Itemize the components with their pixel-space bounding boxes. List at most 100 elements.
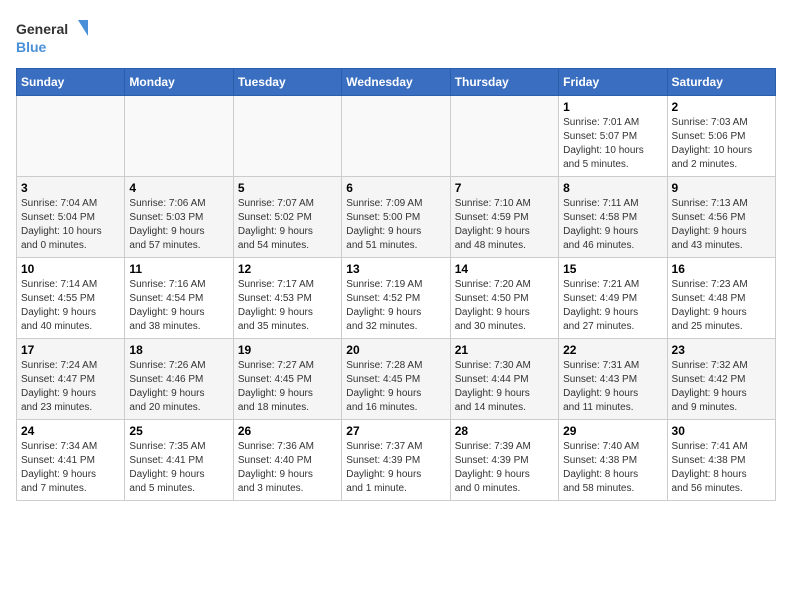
day-number: 9	[672, 181, 771, 195]
calendar-cell: 20 Sunrise: 7:28 AM Sunset: 4:45 PM Dayli…	[342, 339, 450, 420]
day-number: 11	[129, 262, 228, 276]
calendar-cell: 12 Sunrise: 7:17 AM Sunset: 4:53 PM Dayli…	[233, 258, 341, 339]
day-number: 5	[238, 181, 337, 195]
day-info: Sunrise: 7:09 AM Sunset: 5:00 PM Dayligh…	[346, 197, 445, 253]
calendar-cell: 7 Sunrise: 7:10 AM Sunset: 4:59 PM Daylig…	[450, 177, 558, 258]
header: General Blue	[16, 16, 776, 60]
calendar-cell: 3 Sunrise: 7:04 AM Sunset: 5:04 PM Daylig…	[17, 177, 125, 258]
day-number: 25	[129, 424, 228, 438]
day-info: Sunrise: 7:10 AM Sunset: 4:59 PM Dayligh…	[455, 197, 554, 253]
day-info: Sunrise: 7:03 AM Sunset: 5:06 PM Dayligh…	[672, 116, 771, 172]
weekday-header-tuesday: Tuesday	[233, 69, 341, 96]
day-info: Sunrise: 7:30 AM Sunset: 4:44 PM Dayligh…	[455, 359, 554, 415]
day-info: Sunrise: 7:35 AM Sunset: 4:41 PM Dayligh…	[129, 440, 228, 496]
day-number: 8	[563, 181, 662, 195]
day-number: 10	[21, 262, 120, 276]
calendar-cell: 17 Sunrise: 7:24 AM Sunset: 4:47 PM Dayli…	[17, 339, 125, 420]
day-info: Sunrise: 7:27 AM Sunset: 4:45 PM Dayligh…	[238, 359, 337, 415]
calendar-cell: 14 Sunrise: 7:20 AM Sunset: 4:50 PM Dayli…	[450, 258, 558, 339]
day-number: 20	[346, 343, 445, 357]
day-info: Sunrise: 7:26 AM Sunset: 4:46 PM Dayligh…	[129, 359, 228, 415]
day-info: Sunrise: 7:21 AM Sunset: 4:49 PM Dayligh…	[563, 278, 662, 334]
calendar-table: SundayMondayTuesdayWednesdayThursdayFrid…	[16, 68, 776, 501]
day-number: 21	[455, 343, 554, 357]
calendar-cell: 24 Sunrise: 7:34 AM Sunset: 4:41 PM Dayli…	[17, 420, 125, 501]
calendar-cell: 21 Sunrise: 7:30 AM Sunset: 4:44 PM Dayli…	[450, 339, 558, 420]
day-info: Sunrise: 7:28 AM Sunset: 4:45 PM Dayligh…	[346, 359, 445, 415]
day-number: 30	[672, 424, 771, 438]
week-row-4: 17 Sunrise: 7:24 AM Sunset: 4:47 PM Dayli…	[17, 339, 776, 420]
day-info: Sunrise: 7:34 AM Sunset: 4:41 PM Dayligh…	[21, 440, 120, 496]
day-info: Sunrise: 7:06 AM Sunset: 5:03 PM Dayligh…	[129, 197, 228, 253]
logo-svg: General Blue	[16, 16, 96, 60]
day-info: Sunrise: 7:36 AM Sunset: 4:40 PM Dayligh…	[238, 440, 337, 496]
day-number: 12	[238, 262, 337, 276]
calendar-cell: 11 Sunrise: 7:16 AM Sunset: 4:54 PM Dayli…	[125, 258, 233, 339]
calendar-cell	[233, 96, 341, 177]
week-row-3: 10 Sunrise: 7:14 AM Sunset: 4:55 PM Dayli…	[17, 258, 776, 339]
day-number: 18	[129, 343, 228, 357]
day-number: 14	[455, 262, 554, 276]
day-number: 22	[563, 343, 662, 357]
day-info: Sunrise: 7:37 AM Sunset: 4:39 PM Dayligh…	[346, 440, 445, 496]
weekday-header-sunday: Sunday	[17, 69, 125, 96]
day-info: Sunrise: 7:17 AM Sunset: 4:53 PM Dayligh…	[238, 278, 337, 334]
day-info: Sunrise: 7:31 AM Sunset: 4:43 PM Dayligh…	[563, 359, 662, 415]
calendar-cell: 5Sunrise: 7:07 AM Sunset: 5:02 PM Daylig…	[233, 177, 341, 258]
calendar-cell: 22 Sunrise: 7:31 AM Sunset: 4:43 PM Dayli…	[559, 339, 667, 420]
day-number: 7	[455, 181, 554, 195]
calendar-cell: 23 Sunrise: 7:32 AM Sunset: 4:42 PM Dayli…	[667, 339, 775, 420]
day-number: 6	[346, 181, 445, 195]
week-row-5: 24 Sunrise: 7:34 AM Sunset: 4:41 PM Dayli…	[17, 420, 776, 501]
day-number: 24	[21, 424, 120, 438]
day-info: Sunrise: 7:40 AM Sunset: 4:38 PM Dayligh…	[563, 440, 662, 496]
day-number: 1	[563, 100, 662, 114]
weekday-header-saturday: Saturday	[667, 69, 775, 96]
day-info: Sunrise: 7:11 AM Sunset: 4:58 PM Dayligh…	[563, 197, 662, 253]
day-info: Sunrise: 7:14 AM Sunset: 4:55 PM Dayligh…	[21, 278, 120, 334]
day-info: Sunrise: 7:20 AM Sunset: 4:50 PM Dayligh…	[455, 278, 554, 334]
day-number: 3	[21, 181, 120, 195]
day-info: Sunrise: 7:39 AM Sunset: 4:39 PM Dayligh…	[455, 440, 554, 496]
day-number: 29	[563, 424, 662, 438]
day-number: 19	[238, 343, 337, 357]
weekday-header-monday: Monday	[125, 69, 233, 96]
day-number: 23	[672, 343, 771, 357]
calendar-cell: 16 Sunrise: 7:23 AM Sunset: 4:48 PM Dayli…	[667, 258, 775, 339]
weekday-header-thursday: Thursday	[450, 69, 558, 96]
calendar-cell: 27 Sunrise: 7:37 AM Sunset: 4:39 PM Dayli…	[342, 420, 450, 501]
calendar-cell: 18 Sunrise: 7:26 AM Sunset: 4:46 PM Dayli…	[125, 339, 233, 420]
day-info: Sunrise: 7:24 AM Sunset: 4:47 PM Dayligh…	[21, 359, 120, 415]
calendar-cell: 6 Sunrise: 7:09 AM Sunset: 5:00 PM Daylig…	[342, 177, 450, 258]
day-info: Sunrise: 7:16 AM Sunset: 4:54 PM Dayligh…	[129, 278, 228, 334]
calendar-cell: 1 Sunrise: 7:01 AM Sunset: 5:07 PM Daylig…	[559, 96, 667, 177]
svg-text:General: General	[16, 21, 68, 37]
calendar-cell	[342, 96, 450, 177]
calendar-cell: 8 Sunrise: 7:11 AM Sunset: 4:58 PM Daylig…	[559, 177, 667, 258]
logo: General Blue	[16, 16, 96, 60]
calendar-cell: 26 Sunrise: 7:36 AM Sunset: 4:40 PM Dayli…	[233, 420, 341, 501]
calendar-cell: 28 Sunrise: 7:39 AM Sunset: 4:39 PM Dayli…	[450, 420, 558, 501]
calendar-cell: 19 Sunrise: 7:27 AM Sunset: 4:45 PM Dayli…	[233, 339, 341, 420]
day-info: Sunrise: 7:23 AM Sunset: 4:48 PM Dayligh…	[672, 278, 771, 334]
day-number: 27	[346, 424, 445, 438]
day-info: Sunrise: 7:01 AM Sunset: 5:07 PM Dayligh…	[563, 116, 662, 172]
day-number: 2	[672, 100, 771, 114]
weekday-header-friday: Friday	[559, 69, 667, 96]
day-info: Sunrise: 7:04 AM Sunset: 5:04 PM Dayligh…	[21, 197, 120, 253]
week-row-2: 3 Sunrise: 7:04 AM Sunset: 5:04 PM Daylig…	[17, 177, 776, 258]
day-info: Sunrise: 7:19 AM Sunset: 4:52 PM Dayligh…	[346, 278, 445, 334]
weekday-header-row: SundayMondayTuesdayWednesdayThursdayFrid…	[17, 69, 776, 96]
day-number: 16	[672, 262, 771, 276]
day-number: 26	[238, 424, 337, 438]
weekday-header-wednesday: Wednesday	[342, 69, 450, 96]
day-info: Sunrise: 7:13 AM Sunset: 4:56 PM Dayligh…	[672, 197, 771, 253]
calendar-cell: 30Sunrise: 7:41 AM Sunset: 4:38 PM Dayli…	[667, 420, 775, 501]
calendar-cell: 29 Sunrise: 7:40 AM Sunset: 4:38 PM Dayli…	[559, 420, 667, 501]
calendar-cell: 10 Sunrise: 7:14 AM Sunset: 4:55 PM Dayli…	[17, 258, 125, 339]
day-number: 15	[563, 262, 662, 276]
day-number: 17	[21, 343, 120, 357]
calendar-cell: 13Sunrise: 7:19 AM Sunset: 4:52 PM Dayli…	[342, 258, 450, 339]
day-info: Sunrise: 7:32 AM Sunset: 4:42 PM Dayligh…	[672, 359, 771, 415]
day-number: 28	[455, 424, 554, 438]
